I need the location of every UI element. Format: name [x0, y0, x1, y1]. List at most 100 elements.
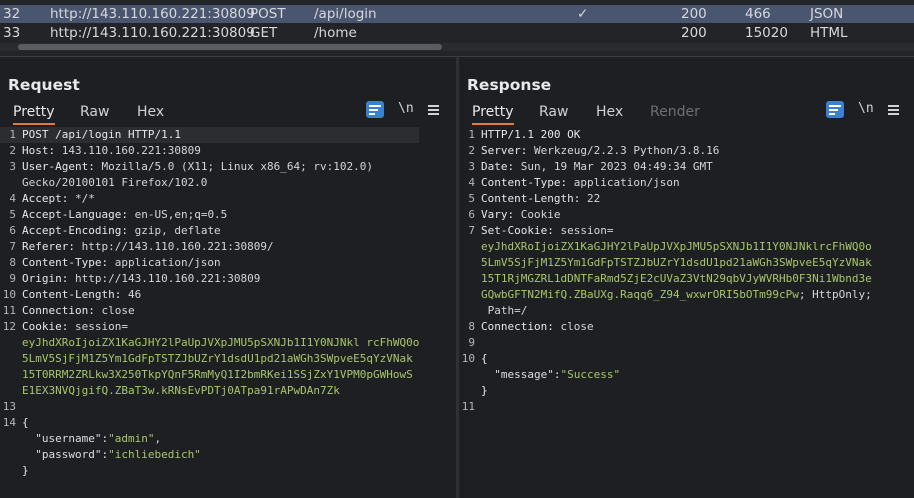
- line-number: 1: [468, 128, 475, 141]
- code-line: Path=/: [459, 303, 872, 319]
- line-number: [0, 447, 22, 463]
- line-number: 10: [2, 288, 16, 301]
- line-text: 5LmV5SjFjM1Z5Ym1GdFpTSTZJbUZrY1dsdU1pd21…: [22, 352, 413, 365]
- request-editor[interactable]: 1 POST /api/login HTTP/1.1 2 Host: 143.110.…: [0, 127, 420, 479]
- line-text: Content-Type: application/json: [22, 256, 221, 269]
- code-line: 3 User-Agent: Mozilla/5.0 (X11; Linux x86…: [0, 159, 419, 175]
- line-text: "password":"ichliebedich": [22, 448, 201, 461]
- code-line: 3 Date: Sun, 19 Mar 2023 04:49:34 GMT: [459, 159, 872, 175]
- show-newlines-button[interactable]: \n: [398, 101, 414, 116]
- line-number: 14: [2, 416, 16, 429]
- row-status: 200: [681, 25, 707, 41]
- line-number: 8: [468, 320, 475, 333]
- line-text: 15T1RjMGZRL1dDNTFaRmd5ZjE2cUVaZ3VtN29qbV…: [481, 272, 872, 285]
- row-length: 15020: [745, 25, 788, 41]
- line-text: Accept-Encoding: gzip, deflate: [22, 224, 221, 237]
- line-text: Origin: http://143.110.160.221:30809: [22, 272, 261, 285]
- code-line: 8 Connection: close: [459, 319, 872, 335]
- horizontal-scrollbar[interactable]: [0, 43, 914, 51]
- code-line: E1EX3NVQjgifQ.ZBaT3w.kRNsEvPDTj0ATpa91rA…: [0, 383, 419, 399]
- tab-pretty[interactable]: Pretty: [472, 101, 514, 125]
- menu-icon[interactable]: [428, 105, 439, 115]
- line-number: [459, 287, 481, 303]
- line-number: 2: [9, 144, 16, 157]
- line-text: Referer: http://143.110.160.221:30809/: [22, 240, 274, 253]
- line-text: eyJhdXRoIjoiZX1KaGJHY2lPaUpJVXpJMU5pSXNJ…: [481, 240, 872, 253]
- row-status: 200: [681, 6, 707, 22]
- tab-render: Render: [650, 104, 700, 120]
- line-number: 3: [468, 160, 475, 173]
- line-text: Gecko/20100101 Firefox/102.0: [22, 176, 208, 189]
- code-line: "password":"ichliebedich": [0, 447, 419, 463]
- request-pane: Request Pretty Raw Hex \n 1 POST /api/log…: [0, 57, 456, 498]
- line-number: 5: [468, 192, 475, 205]
- code-line: 10 Content-Length: 46: [0, 287, 419, 303]
- line-text: Connection: close: [22, 304, 135, 317]
- tab-raw[interactable]: Raw: [80, 101, 109, 123]
- code-line: "message":"Success": [459, 367, 872, 383]
- response-pane: Response Pretty Raw Hex Render \n 1 HTTP/…: [459, 57, 914, 498]
- code-line: eyJhdXRoIjoiZX1KaGJHY2lPaUpJVXpJMU5pSXNJ…: [459, 239, 872, 255]
- tab-hex[interactable]: Hex: [137, 101, 164, 123]
- line-text: 15T0RRM2ZRLkw3X250TkpYQnF5RmMyQ1I2bmRKei…: [22, 368, 413, 381]
- line-number: [0, 383, 22, 399]
- line-number: [0, 351, 22, 367]
- line-number: 1: [9, 128, 16, 141]
- line-number: 7: [468, 224, 475, 237]
- row-method: POST: [250, 6, 286, 22]
- code-line: 4 Accept: */*: [0, 191, 419, 207]
- menu-icon[interactable]: [888, 105, 899, 115]
- line-number: [459, 239, 481, 255]
- wrap-lines-button[interactable]: [826, 101, 844, 118]
- line-number: [0, 175, 22, 191]
- line-number: 6: [468, 208, 475, 221]
- table-row[interactable]: 32 http://143.110.160.221:30809 POST /ap…: [0, 5, 914, 23]
- line-text: E1EX3NVQjgifQ.ZBaT3w.kRNsEvPDTj0ATpa91rA…: [22, 384, 340, 397]
- wrap-lines-icon: [369, 105, 381, 115]
- line-number: [0, 335, 22, 351]
- line-number: [459, 367, 481, 383]
- line-text: Date: Sun, 19 Mar 2023 04:49:34 GMT: [481, 160, 713, 173]
- code-line: 15T0RRM2ZRLkw3X250TkpYQnF5RmMyQ1I2bmRKei…: [0, 367, 419, 383]
- line-number: 9: [468, 336, 475, 349]
- line-number: 13: [2, 400, 16, 413]
- code-line: 1 POST /api/login HTTP/1.1: [0, 127, 420, 143]
- code-line: 4 Content-Type: application/json: [459, 175, 872, 191]
- tab-hex[interactable]: Hex: [596, 101, 623, 123]
- line-number: [0, 367, 22, 383]
- show-newlines-button[interactable]: \n: [858, 101, 874, 116]
- code-line: 7 Referer: http://143.110.160.221:30809/: [0, 239, 419, 255]
- code-line: 11 Connection: close: [0, 303, 419, 319]
- line-number: 12: [2, 320, 16, 333]
- line-number: 5: [9, 208, 16, 221]
- scrollbar-thumb[interactable]: [18, 44, 442, 50]
- code-line: 12 Cookie: session=: [0, 319, 419, 335]
- row-length: 466: [745, 6, 771, 22]
- code-line: 13: [0, 399, 419, 415]
- line-text: Set-Cookie: session=: [481, 224, 614, 237]
- code-line: }: [0, 463, 419, 479]
- line-text: }: [22, 464, 29, 477]
- line-number: 8: [9, 256, 16, 269]
- line-text: Accept-Language: en-US,en;q=0.5: [22, 208, 228, 221]
- line-number: [0, 431, 22, 447]
- line-number: [0, 463, 22, 479]
- row-path: /home: [314, 25, 357, 41]
- tab-pretty[interactable]: Pretty: [13, 101, 55, 125]
- line-text: Content-Length: 46: [22, 288, 142, 301]
- line-text: Cookie: session=: [22, 320, 128, 333]
- response-editor[interactable]: 1 HTTP/1.1 200 OK 2 Server: Werkzeug/2.2.3 …: [459, 127, 872, 415]
- wrap-lines-button[interactable]: [366, 101, 384, 118]
- line-text: "message":"Success": [481, 368, 621, 381]
- code-line: 5LmV5SjFjM1Z5Ym1GdFpTSTZJbUZrY1dsdU1pd21…: [0, 351, 419, 367]
- table-row[interactable]: 33 http://143.110.160.221:30809 GET /hom…: [0, 24, 914, 42]
- line-number: 2: [468, 144, 475, 157]
- line-number: 4: [468, 176, 475, 189]
- line-number: 7: [9, 240, 16, 253]
- line-number: [459, 383, 481, 399]
- line-text: Accept: */*: [22, 192, 95, 205]
- line-text: Content-Length: 22: [481, 192, 601, 205]
- tab-raw[interactable]: Raw: [539, 101, 568, 123]
- code-line: 11: [459, 399, 872, 415]
- line-number: 6: [9, 224, 16, 237]
